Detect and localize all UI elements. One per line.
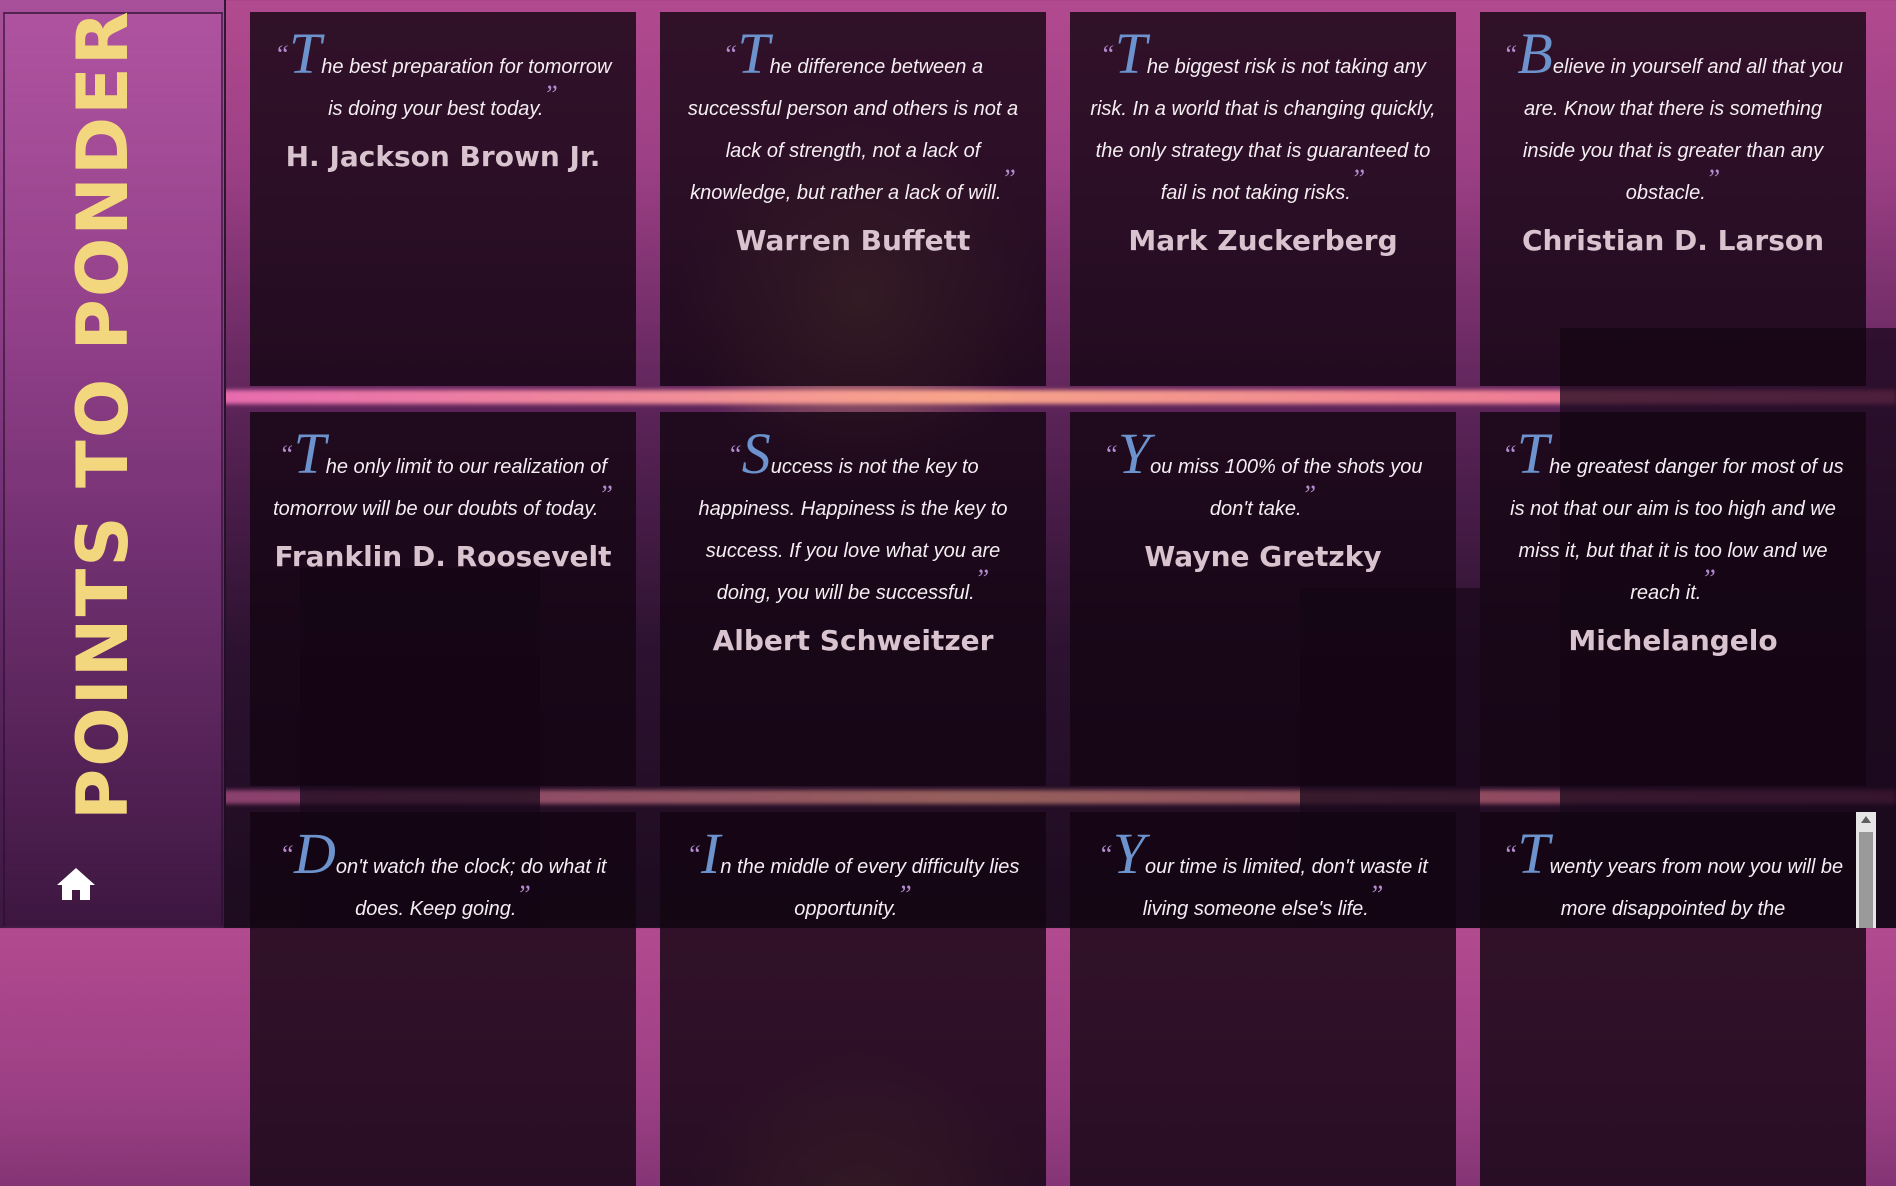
quote-text: “You miss 100% of the shots you don't ta… [1103, 421, 1423, 521]
light-streak [220, 790, 1896, 804]
quote-card: “Success is not the key to happiness. Ha… [660, 412, 1046, 786]
quote-card: “You miss 100% of the shots you don't ta… [1070, 412, 1456, 786]
close-quote-mark: ” [1001, 164, 1016, 193]
quote-text: “Success is not the key to happiness. Ha… [698, 421, 1008, 605]
drop-cap: T [737, 21, 770, 86]
open-quote-mark: “ [1502, 840, 1518, 869]
drop-cap: T [293, 421, 326, 486]
quote-text: “Don't watch the clock; do what it does.… [279, 821, 607, 921]
close-quote-mark: ” [516, 880, 531, 909]
open-quote-mark: “ [1502, 440, 1517, 469]
close-quote-mark: ” [974, 564, 990, 593]
open-quote-mark: “ [279, 840, 294, 869]
quote-author: Michelangelo [1568, 624, 1778, 657]
drop-cap: B [1517, 21, 1553, 86]
close-quote-mark: ” [897, 880, 912, 909]
close-quote-mark: ” [598, 480, 613, 509]
quote-card: “Twenty years from now you will be more … [1480, 812, 1866, 1186]
close-quote-mark: ” [1368, 880, 1384, 909]
drop-cap: I [701, 821, 721, 886]
quote-text: “The best preparation for tomorrow is do… [274, 21, 612, 121]
quote-text: “The greatest danger for most of us is n… [1502, 421, 1844, 605]
quote-card: “Your time is limited, don't waste it li… [1070, 812, 1456, 1186]
open-quote-mark: “ [1100, 40, 1115, 69]
open-quote-mark: “ [279, 440, 294, 469]
quote-text: “Believe in yourself and all that you ar… [1502, 21, 1844, 205]
quote-text: “Your time is limited, don't waste it li… [1098, 821, 1428, 921]
scrollbar[interactable] [1856, 812, 1876, 928]
light-streak [220, 390, 1896, 404]
close-quote-mark: ” [1350, 164, 1366, 193]
open-quote-mark: “ [727, 440, 742, 469]
quote-text: “Twenty years from now you will be more … [1502, 821, 1844, 921]
quote-author: Wayne Gretzky [1144, 540, 1382, 573]
drop-cap: T [1517, 821, 1550, 886]
drop-cap: D [293, 821, 336, 886]
open-quote-mark: “ [722, 40, 738, 69]
close-quote-mark: ” [543, 80, 558, 109]
drop-cap: T [289, 21, 322, 86]
scrollbar-thumb[interactable] [1859, 832, 1873, 928]
page-title: POINTS TO PONDER [62, 9, 144, 820]
home-icon[interactable] [55, 866, 97, 902]
quote-card: “The best preparation for tomorrow is do… [250, 12, 636, 386]
open-quote-mark: “ [274, 40, 290, 69]
open-quote-mark: “ [1098, 840, 1113, 869]
quote-text: “In the middle of every difficulty lies … [686, 821, 1020, 921]
close-quote-mark: ” [1705, 164, 1721, 193]
drop-cap: S [741, 421, 771, 486]
drop-cap: Y [1112, 821, 1145, 886]
open-quote-mark: “ [686, 840, 702, 869]
open-quote-mark: “ [1103, 440, 1118, 469]
quote-author: Mark Zuckerberg [1128, 224, 1398, 257]
close-quote-mark: ” [1301, 480, 1317, 509]
quote-text: “The difference between a successful per… [687, 21, 1019, 205]
open-quote-mark: “ [1502, 40, 1518, 69]
quote-author: H. Jackson Brown Jr. [285, 140, 601, 173]
quote-author: Christian D. Larson [1521, 224, 1825, 257]
quote-author: Albert Schweitzer [712, 624, 994, 657]
quote-text: “The only limit to our realization of to… [273, 421, 613, 521]
sidebar: POINTS TO PONDER [0, 0, 226, 928]
drop-cap: Y [1117, 421, 1151, 486]
quote-text: “The biggest risk is not taking any risk… [1090, 21, 1436, 205]
close-quote-mark: ” [1701, 564, 1716, 593]
quote-card: “In the middle of every difficulty lies … [660, 812, 1046, 1186]
quote-author: Warren Buffett [735, 224, 971, 257]
scroll-up-arrow-icon[interactable] [1861, 816, 1871, 823]
quote-card: “Believe in yourself and all that you ar… [1480, 12, 1866, 386]
quote-card: “The biggest risk is not taking any risk… [1070, 12, 1456, 386]
quote-card: “Don't watch the clock; do what it does.… [250, 812, 636, 1186]
quote-card: “The difference between a successful per… [660, 12, 1046, 386]
drop-cap: T [1114, 21, 1147, 86]
drop-cap: T [1516, 421, 1550, 486]
quote-card: “The greatest danger for most of us is n… [1480, 412, 1866, 786]
quote-card: “The only limit to our realization of to… [250, 412, 636, 786]
quote-author: Franklin D. Roosevelt [274, 540, 612, 573]
